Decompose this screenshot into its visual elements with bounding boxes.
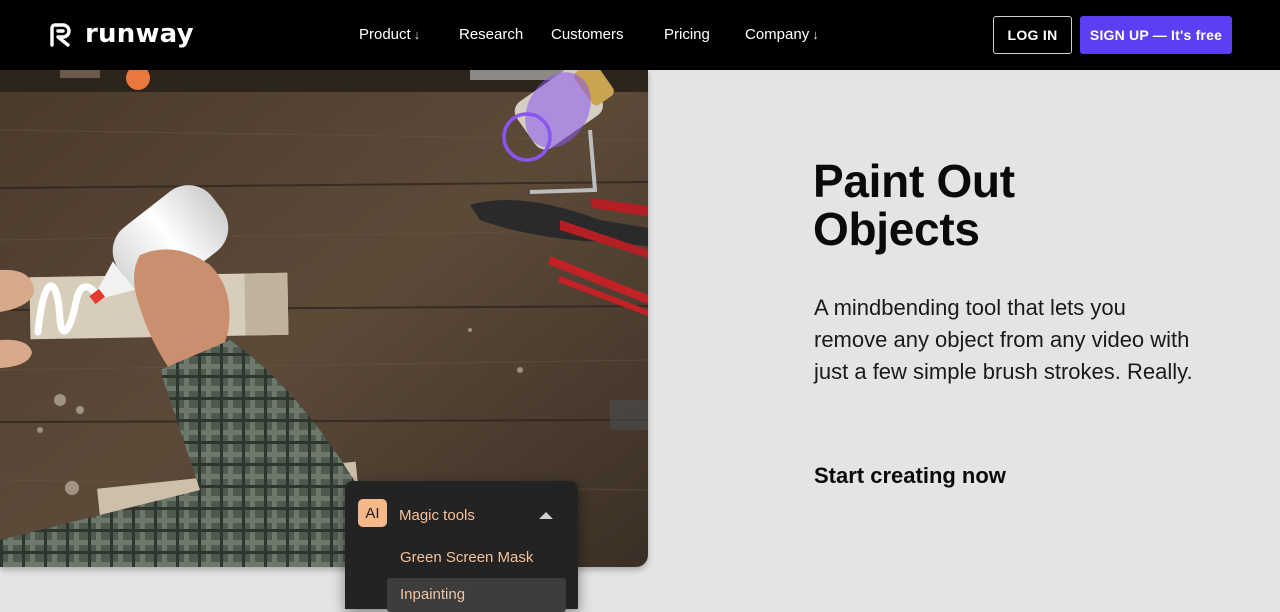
hero-title: Paint Out Objects	[813, 155, 1015, 255]
magic-tools-title: Magic tools	[399, 507, 475, 524]
tool-green-screen-mask[interactable]: Green Screen Mask	[387, 541, 566, 575]
nav-pricing[interactable]: Pricing	[664, 25, 710, 45]
nav-company[interactable]: Company ↓	[745, 25, 819, 45]
nav-customers-label: Customers	[551, 26, 624, 43]
nav-research[interactable]: Research	[459, 25, 523, 45]
tool-inpainting[interactable]: Inpainting	[387, 578, 566, 612]
nav-company-label: Company	[745, 26, 810, 43]
dropdown-arrow-icon: ↓	[413, 27, 421, 42]
brand-logo[interactable]: runway	[48, 19, 194, 51]
brand-name: runway	[85, 19, 194, 49]
nav-customers[interactable]: Customers	[551, 25, 624, 45]
nav-pricing-label: Pricing	[664, 26, 710, 43]
nav-product[interactable]: Product ↓	[359, 25, 420, 45]
dropdown-arrow-icon: ↓	[812, 27, 819, 42]
ai-badge-icon: AI	[358, 499, 387, 527]
nav-product-label: Product	[359, 26, 411, 43]
magic-tools-panel: AI Magic tools Green Screen Mask Inpaint…	[345, 481, 578, 612]
nav-research-label: Research	[459, 26, 524, 43]
signup-button[interactable]: SIGN UP — It's free	[1080, 16, 1232, 54]
runway-logo-icon	[50, 23, 71, 47]
hero-description: A mindbending tool that lets you remove …	[814, 295, 1193, 384]
top-navbar: runway Product ↓ Research Customers Prici…	[0, 0, 1280, 70]
caret-up-icon[interactable]	[539, 512, 553, 519]
magic-tools-header[interactable]: AI Magic tools	[345, 481, 578, 547]
login-button[interactable]: LOG IN	[993, 16, 1072, 54]
start-creating-link[interactable]: Start creating now	[814, 463, 1006, 489]
